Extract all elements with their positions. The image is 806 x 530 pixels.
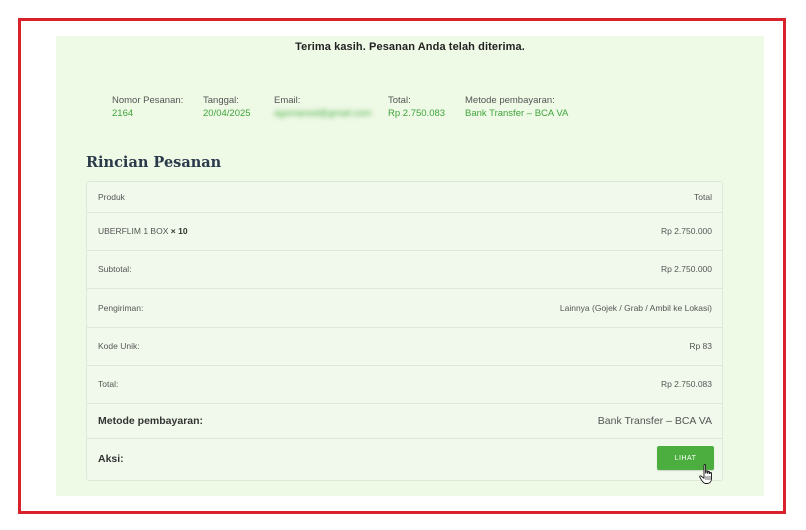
overview-total: Total: Rp 2.750.083: [388, 94, 445, 120]
overview-label: Email:: [274, 95, 301, 106]
thank-you-message: Terima kasih. Pesanan Anda telah diterim…: [295, 41, 525, 53]
table-header-row: Produk Total: [87, 182, 722, 213]
overview-value: 2164: [112, 108, 134, 119]
payment-method-value: Bank Transfer – BCA VA: [597, 414, 712, 427]
unique-code-label: Kode Unik:: [98, 341, 140, 351]
total-value: Rp 2.750.083: [660, 379, 712, 389]
item-price: Rp 2.750.000: [660, 226, 712, 236]
unique-code-value: Rp 83: [689, 341, 712, 351]
overview-payment-method: Metode pembayaran: Bank Transfer – BCA V…: [465, 94, 568, 120]
overview-label: Tanggal:: [203, 95, 239, 106]
overview-order-number: Nomor Pesanan: 2164: [112, 94, 183, 120]
overview-label: Nomor Pesanan:: [112, 95, 184, 106]
item-cell: UBERFLIM 1 BOX × 10: [98, 226, 188, 236]
overview-label: Total:: [388, 95, 411, 106]
shipping-value: Lainnya (Gojek / Grab / Ambil ke Lokasi): [559, 302, 712, 313]
item-name-link[interactable]: UBERFLIM 1 BOX: [98, 226, 168, 236]
total-label: Total:: [98, 379, 119, 389]
actions-label: Aksi:: [98, 453, 124, 465]
subtotal-label: Subtotal:: [98, 264, 132, 274]
table-row-actions: Aksi: LIHAT: [87, 438, 722, 480]
overview-label: Metode pembayaran:: [465, 95, 555, 106]
order-details-heading: Rincian Pesanan: [86, 154, 222, 171]
order-overview: Nomor Pesanan: 2164 Tanggal: 20/04/2025 …: [56, 94, 764, 124]
column-header-product: Produk: [98, 192, 125, 202]
payment-method-label: Metode pembayaran:: [98, 414, 204, 427]
overview-value: Bank Transfer – BCA VA: [465, 108, 569, 119]
hand-pointer-cursor-icon: [699, 464, 712, 484]
table-row-subtotal: Subtotal: Rp 2.750.000: [87, 250, 722, 289]
column-header-total: Total: [694, 192, 712, 202]
order-details-table: Produk Total UBERFLIM 1 BOX × 10 Rp 2.75…: [86, 181, 723, 481]
overview-value-obscured: agsmanod@gmail.com: [274, 108, 372, 119]
overview-email: Email: agsmanod@gmail.com: [274, 94, 371, 120]
table-row-total: Total: Rp 2.750.083: [87, 365, 722, 404]
overview-value: 20/04/2025: [203, 108, 251, 119]
table-row-item: UBERFLIM 1 BOX × 10 Rp 2.750.000: [87, 212, 722, 251]
overview-value: Rp 2.750.083: [388, 108, 446, 119]
order-received-panel: Terima kasih. Pesanan Anda telah diterim…: [56, 36, 764, 496]
table-row-unique-code: Kode Unik: Rp 83: [87, 327, 722, 366]
table-row-shipping: Pengiriman: Lainnya (Gojek / Grab / Ambi…: [87, 288, 722, 328]
subtotal-value: Rp 2.750.000: [660, 264, 712, 274]
item-quantity: × 10: [170, 226, 188, 236]
table-row-payment-method: Metode pembayaran: Bank Transfer – BCA V…: [87, 403, 722, 439]
shipping-label: Pengiriman:: [98, 302, 144, 313]
overview-date: Tanggal: 20/04/2025: [203, 94, 251, 120]
screenshot-highlight-frame: Terima kasih. Pesanan Anda telah diterim…: [18, 18, 786, 514]
